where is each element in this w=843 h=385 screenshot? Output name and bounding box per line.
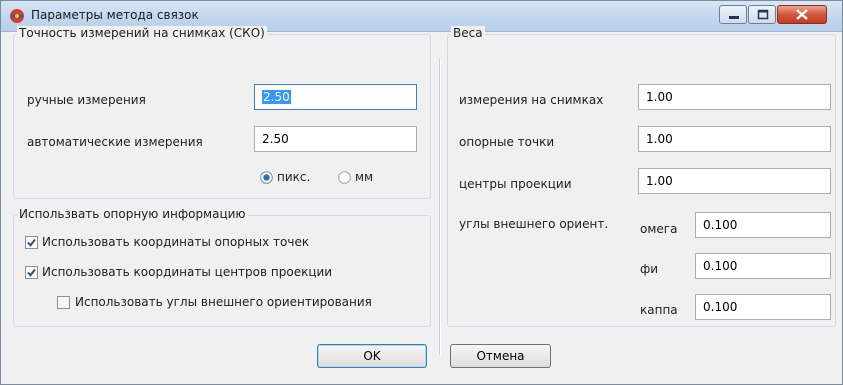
close-button[interactable] (777, 5, 827, 24)
ok-button[interactable]: OK (317, 344, 427, 368)
unit-mm-radio[interactable] (338, 171, 351, 184)
control-info-legend: Использвать опорную информацию (17, 207, 248, 221)
control-points-weight-input[interactable]: 1.00 (638, 126, 831, 152)
column-separator (439, 59, 441, 355)
manual-measurements-label: ручные измерения (27, 93, 146, 107)
maximize-button[interactable] (748, 5, 776, 24)
auto-measurements-input[interactable]: 2.50 (254, 126, 417, 152)
kappa-weight-input[interactable]: 0.100 (695, 294, 831, 320)
app-icon (10, 9, 24, 23)
accuracy-legend: Точность измерений на снимках (СКО) (17, 26, 267, 40)
kappa-label: каппа (640, 303, 678, 317)
use-control-points-checkbox[interactable] (25, 236, 38, 249)
omega-weight-input[interactable]: 0.100 (695, 212, 831, 238)
minimize-button[interactable] (719, 5, 747, 24)
manual-measurements-input[interactable]: 2.50 (254, 84, 417, 110)
unit-mm-label: мм (355, 170, 374, 184)
image-measurements-weight-input[interactable]: 1.00 (638, 84, 831, 110)
phi-weight-input[interactable]: 0.100 (695, 253, 831, 279)
control-points-weight-label: опорные точки (459, 135, 555, 149)
use-projection-centers-checkbox[interactable] (25, 266, 38, 279)
manual-measurements-value: 2.50 (262, 90, 291, 104)
auto-measurements-label: автоматические измерения (27, 135, 203, 149)
minimize-icon (729, 16, 739, 19)
projection-centers-weight-input[interactable]: 1.00 (638, 168, 831, 194)
omega-label: омега (640, 222, 678, 236)
image-measurements-weight-label: измерения на снимках (459, 93, 604, 107)
close-icon (796, 9, 808, 20)
unit-pix-label: пикс. (277, 170, 311, 184)
use-control-points-label: Использовать координаты опорных точек (42, 235, 310, 249)
cancel-button[interactable]: Отмена (450, 344, 551, 368)
use-exterior-angles-checkbox[interactable] (57, 296, 70, 309)
unit-pix-radio[interactable] (260, 171, 273, 184)
phi-label: фи (640, 262, 659, 276)
maximize-icon (757, 9, 769, 20)
weights-legend: Веса (451, 26, 485, 40)
use-exterior-angles-label: Использовать углы внешнего ориентировани… (75, 295, 372, 309)
use-projection-centers-label: Использовать координаты центров проекции (42, 265, 333, 279)
projection-centers-weight-label: центры проекции (459, 177, 572, 191)
exterior-angles-weight-label: углы внешнего ориент. (459, 217, 609, 231)
dialog-window: Параметры метода связок Точность измерен… (0, 0, 843, 385)
dialog-body: Точность измерений на снимках (СКО) ручн… (7, 26, 836, 378)
window-title: Параметры метода связок (31, 8, 199, 22)
